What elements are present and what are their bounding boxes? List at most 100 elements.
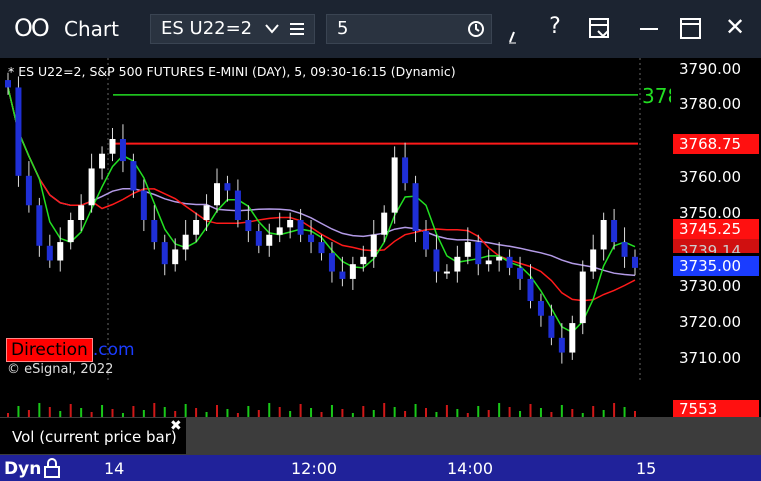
candle-body [558,337,565,353]
candle-body [328,253,335,272]
volume-bar [477,406,480,417]
candle-body [130,161,137,191]
volume-bar [268,403,271,417]
maximize-icon[interactable] [680,18,702,40]
candle-body [266,234,273,246]
time-axis[interactable]: Dyn 14 12:00 14:00 15 [0,455,761,481]
candle-body [234,190,241,220]
candle-body [308,234,315,243]
volume-study-label[interactable]: Vol (current price bar) ✖ [0,418,186,454]
volume-bar [184,404,187,417]
symbol-selector[interactable]: ES U22=2 [150,14,315,44]
candle-body [370,234,377,257]
volume-bar [372,410,375,417]
price-plot[interactable] [0,58,671,382]
price-label: 3780.00 [679,95,742,113]
candle-body [203,205,210,220]
interval-selector[interactable]: 5 [326,14,492,44]
lock-icon[interactable] [42,458,62,478]
candle-body [475,242,482,265]
volume-bar [80,408,83,417]
candle-body [151,220,158,243]
dynamic-label: Dyn [4,459,42,479]
candle-body [600,220,607,250]
candle-body [433,249,440,272]
red-line-price-tag: 3768.75 [673,134,759,154]
candle-body [590,249,597,272]
volume-bar [27,410,30,417]
close-study-icon[interactable]: ✖ [170,418,182,434]
volume-bar [456,409,459,417]
candle-body [464,242,471,257]
candle-body [140,190,147,220]
candle-body [621,242,628,257]
volume-pane[interactable] [0,382,671,417]
candle-body [119,139,126,162]
volume-bar [592,406,595,417]
volume-bar [226,409,229,417]
candle-body [548,315,555,338]
volume-bar [278,407,281,417]
middle-price-tag: 3739.14 [673,239,759,253]
volume-bar [571,409,574,417]
candle-body [78,205,85,220]
candle-body [88,168,95,206]
app-logo-icon: OO [14,14,50,42]
candle-body [611,220,618,243]
volume-bar [560,405,563,417]
close-icon[interactable]: ✕ [720,13,750,41]
volume-bar [48,407,51,417]
list-icon[interactable] [289,22,305,36]
volume-bar [247,406,250,417]
volume-bar [299,404,302,417]
minimize-icon[interactable] [640,28,660,32]
volume-bar [216,405,218,417]
candle-body [287,220,294,228]
volume-bar [310,408,313,417]
clock-icon[interactable] [467,20,485,38]
help-icon[interactable]: ? [540,14,570,39]
candle-body [632,256,638,268]
volume-bar [425,408,427,417]
draw-icon[interactable] [508,30,520,44]
volume-study-name: Vol (current price bar) [12,428,177,446]
save-icon[interactable] [588,17,612,41]
chevron-down-icon[interactable] [265,24,279,34]
volume-bar [602,410,605,417]
price-label: 3710.00 [679,349,742,367]
volume-bar [17,406,20,417]
title-bar: OO Chart ES U22=2 5 ? ✕ [0,0,761,58]
candle-body [214,183,220,206]
candle-body [517,267,524,279]
volume-bar [487,410,490,417]
volume-bar [195,408,198,417]
candle-body [339,271,346,279]
chart-header: * ES U22=2, S&P 500 FUTURES E-MINI (DAY)… [8,64,456,79]
candle-body [496,256,503,261]
time-label: 15 [636,459,657,478]
volume-bar [508,407,511,417]
volume-bar [341,409,344,417]
direction-suffix: .com [92,340,135,360]
candle-body [381,212,388,235]
volume-bar [414,404,417,417]
candle-body [276,227,283,235]
candle-body [423,231,429,250]
volume-bar [111,409,114,417]
candle-body [57,242,64,261]
time-label: 14:00 [447,459,494,478]
candle-body [172,249,179,265]
candle-body [569,323,576,353]
watermark: © eSignal, 2022 [7,362,114,377]
candle-body [579,271,586,324]
volume-bar [623,407,626,417]
candle-body [182,234,189,250]
volume-bar [153,403,156,417]
window-title: Chart [64,17,119,41]
candle-body [360,256,367,265]
candle-body [99,153,106,169]
volume-bar [383,403,386,417]
candle-body [506,256,513,268]
volume-bar [142,410,145,417]
direction-badge: Direction [6,338,93,362]
